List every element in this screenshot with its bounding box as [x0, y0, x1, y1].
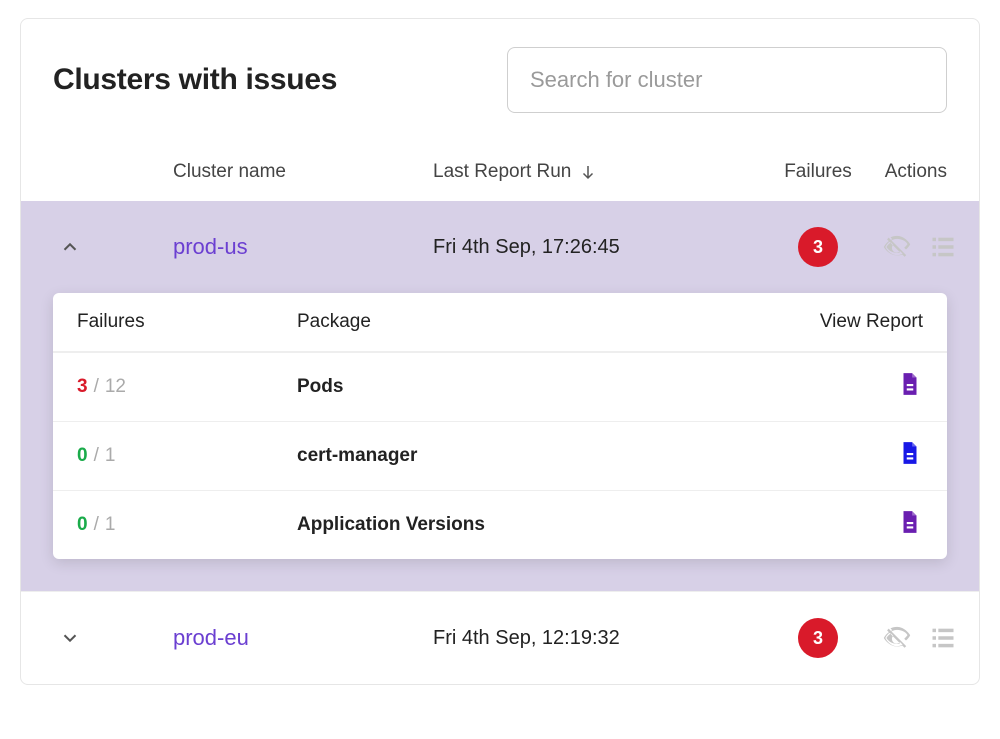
- detail-failures: 0/1: [77, 445, 297, 467]
- detail-headers: Failures Package View Report: [53, 293, 947, 352]
- sort-arrow-down-icon: [579, 163, 597, 181]
- failures-count: 3: [798, 227, 838, 267]
- cluster-row[interactable]: prod-us Fri 4th Sep, 17:26:45 3: [21, 201, 979, 293]
- hide-icon[interactable]: [883, 233, 911, 261]
- panel-title: Clusters with issues: [53, 63, 337, 97]
- list-icon[interactable]: [929, 233, 957, 261]
- clusters-panel: Clusters with issues Cluster name Last R…: [20, 18, 980, 685]
- detail-card: Failures Package View Report 3/12 Pods 0…: [53, 293, 947, 559]
- cluster-search-input[interactable]: [507, 47, 947, 113]
- column-headers: Cluster name Last Report Run Failures Ac…: [21, 141, 979, 201]
- col-failures[interactable]: Failures: [723, 161, 883, 183]
- detail-failures: 0/1: [77, 514, 297, 536]
- hide-icon[interactable]: [883, 624, 911, 652]
- detail-col-failures: Failures: [77, 311, 297, 333]
- chevron-down-icon[interactable]: [53, 627, 173, 649]
- cluster-last-run: Fri 4th Sep, 17:26:45: [433, 236, 723, 259]
- detail-fail-count: 0: [77, 514, 88, 535]
- detail-fail-count: 0: [77, 445, 88, 466]
- cluster-failures-badge: 3: [723, 618, 883, 658]
- col-last-run-label: Last Report Run: [433, 161, 571, 183]
- detail-total-count: 1: [105, 514, 116, 535]
- detail-col-package: Package: [297, 311, 773, 333]
- cluster-name-link[interactable]: prod-us: [173, 234, 433, 260]
- detail-fail-count: 3: [77, 376, 88, 397]
- cluster-name-link[interactable]: prod-eu: [173, 625, 433, 651]
- cluster-failures-badge: 3: [723, 227, 883, 267]
- chevron-up-icon[interactable]: [53, 236, 173, 258]
- cluster-last-run: Fri 4th Sep, 12:19:32: [433, 627, 723, 650]
- list-icon[interactable]: [929, 624, 957, 652]
- col-last-run[interactable]: Last Report Run: [433, 161, 723, 183]
- failures-count: 3: [798, 618, 838, 658]
- col-actions: Actions: [883, 161, 947, 183]
- panel-header: Clusters with issues: [21, 19, 979, 141]
- detail-row: 3/12 Pods: [53, 352, 947, 421]
- detail-total-count: 12: [105, 376, 126, 397]
- detail-package-name: Pods: [297, 376, 773, 398]
- detail-failures: 3/12: [77, 376, 297, 398]
- view-report-icon[interactable]: [897, 371, 923, 403]
- cluster-detail-panel: Failures Package View Report 3/12 Pods 0…: [21, 293, 979, 591]
- detail-package-name: cert-manager: [297, 445, 773, 467]
- cluster-row[interactable]: prod-eu Fri 4th Sep, 12:19:32 3: [21, 592, 979, 684]
- view-report-icon[interactable]: [897, 440, 923, 472]
- detail-package-name: Application Versions: [297, 514, 773, 536]
- col-cluster-name[interactable]: Cluster name: [173, 161, 433, 183]
- view-report-icon[interactable]: [897, 509, 923, 541]
- detail-total-count: 1: [105, 445, 116, 466]
- detail-col-view-report: View Report: [773, 311, 923, 333]
- detail-row: 0/1 Application Versions: [53, 490, 947, 559]
- detail-row: 0/1 cert-manager: [53, 421, 947, 490]
